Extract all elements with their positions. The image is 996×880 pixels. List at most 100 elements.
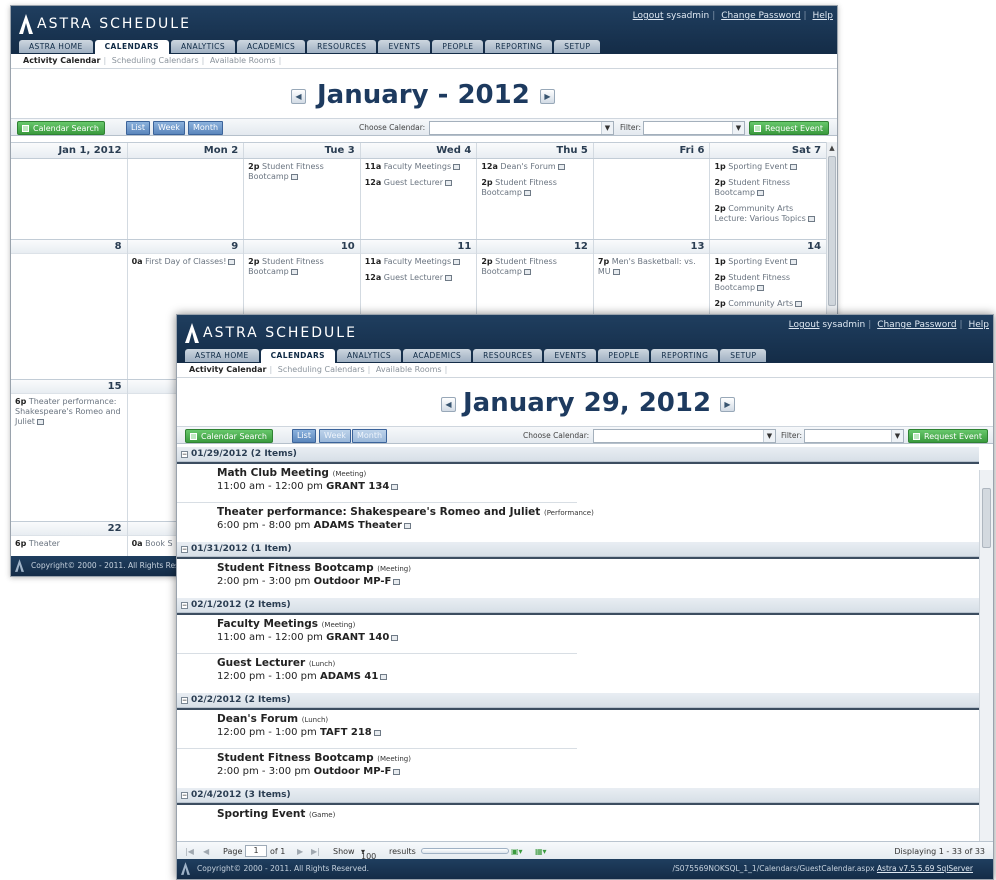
zoom-slider[interactable]: [421, 848, 509, 854]
calendar-icon[interactable]: [391, 635, 399, 641]
day-cell[interactable]: 2p Student Fitness Bootcamp: [244, 159, 361, 239]
tab-reporting[interactable]: REPORTING: [651, 349, 719, 362]
next-page-icon[interactable]: ▶: [297, 847, 303, 856]
tab-events[interactable]: EVENTS: [544, 349, 597, 362]
choose-calendar-select[interactable]: ▼: [593, 429, 776, 443]
date-group-header[interactable]: −02/4/2012 (3 Items): [177, 788, 979, 803]
calendar-event[interactable]: 0a First Day of Classes!: [128, 254, 244, 270]
calendar-icon[interactable]: [403, 523, 411, 529]
change-password-link[interactable]: Change Password: [877, 320, 956, 330]
next-month-button[interactable]: ▶: [540, 89, 555, 104]
scroll-up-icon[interactable]: ▲: [827, 144, 837, 152]
list-item[interactable]: Student Fitness Bootcamp (Meeting) 2:00 p…: [177, 559, 577, 598]
calendar-search-button[interactable]: Calendar Search: [17, 121, 105, 135]
collapse-icon[interactable]: −: [181, 602, 188, 609]
day-cell[interactable]: [11, 159, 128, 239]
calendar-icon[interactable]: [393, 579, 401, 585]
calendar-icon[interactable]: [393, 769, 401, 775]
columns-icon[interactable]: ▦▾: [535, 847, 547, 856]
calendar-event[interactable]: 11a Faculty Meetings: [361, 159, 477, 175]
month-view-button[interactable]: Month: [188, 121, 224, 135]
prev-page-icon[interactable]: ◀: [203, 847, 209, 856]
tab-analytics[interactable]: ANALYTICS: [170, 40, 235, 53]
list-item[interactable]: Guest Lecturer (Lunch) 12:00 pm - 1:00 pm…: [177, 654, 577, 693]
date-group-header[interactable]: −02/2/2012 (2 Items): [177, 693, 979, 708]
calendar-event[interactable]: 1p Sporting Event: [710, 254, 826, 270]
date-group-header[interactable]: −02/1/2012 (2 Items): [177, 598, 979, 613]
request-event-button[interactable]: Request Event: [908, 429, 988, 443]
list-item[interactable]: Theater performance: Shakespeare's Romeo…: [177, 503, 594, 542]
tab-calendars[interactable]: CALENDARS: [94, 40, 169, 54]
calendar-event[interactable]: 2p Student Fitness Bootcamp: [710, 175, 826, 201]
day-cell[interactable]: [128, 159, 245, 239]
collapse-icon[interactable]: −: [181, 697, 188, 704]
tab-people[interactable]: PEOPLE: [598, 349, 650, 362]
filter-select[interactable]: ▼: [643, 121, 745, 135]
calendar-event[interactable]: 6p Theater: [11, 536, 127, 552]
prev-month-button[interactable]: ◀: [291, 89, 306, 104]
calendar-event[interactable]: 6p Theater performance: Shakespeare's Ro…: [11, 394, 127, 430]
calendar-event[interactable]: 12a Guest Lecturer: [361, 175, 477, 191]
month-view-button[interactable]: Month: [352, 429, 388, 443]
export-icon[interactable]: ▣▾: [511, 847, 523, 856]
tab-astra-home[interactable]: ASTRA HOME: [185, 349, 259, 362]
calendar-icon[interactable]: [373, 730, 381, 736]
list-scrollbar[interactable]: [979, 470, 993, 842]
calendar-event[interactable]: 2p Community Arts: [710, 296, 826, 312]
first-page-icon[interactable]: |◀: [185, 847, 194, 856]
calendar-event[interactable]: 7p Men's Basketball: vs. MU: [594, 254, 710, 280]
request-event-button[interactable]: Request Event: [749, 121, 829, 135]
scroll-thumb[interactable]: [982, 488, 991, 548]
calendar-icon[interactable]: [391, 484, 399, 490]
next-day-button[interactable]: ▶: [720, 397, 735, 412]
list-item[interactable]: Sporting Event (Game): [177, 805, 577, 841]
astra-logo[interactable]: ASTRA SCHEDULE: [19, 14, 191, 34]
day-cell[interactable]: 11a Faculty Meetings 12a Guest Lecturer: [361, 159, 478, 239]
list-item[interactable]: Math Club Meeting (Meeting) 11:00 am - 12…: [177, 464, 577, 503]
choose-calendar-select[interactable]: ▼: [429, 121, 614, 135]
help-link[interactable]: Help: [812, 11, 833, 21]
list-item[interactable]: Faculty Meetings (Meeting) 11:00 am - 12:…: [177, 615, 577, 654]
tab-calendars[interactable]: CALENDARS: [260, 349, 335, 363]
date-group-header[interactable]: −01/31/2012 (1 Item): [177, 542, 979, 557]
calendar-event[interactable]: 2p Student Fitness Bootcamp: [477, 254, 593, 280]
list-item[interactable]: Dean's Forum (Lunch) 12:00 pm - 1:00 pm T…: [177, 710, 577, 749]
collapse-icon[interactable]: −: [181, 546, 188, 553]
calendar-search-button[interactable]: Calendar Search: [185, 429, 273, 443]
day-cell[interactable]: [594, 159, 711, 239]
calendar-event[interactable]: 2p Student Fitness Bootcamp: [710, 270, 826, 296]
tab-academics[interactable]: ACADEMICS: [236, 40, 306, 53]
list-view-button[interactable]: List: [126, 121, 150, 135]
day-cell[interactable]: 15 6p Theater performance: Shakespeare's…: [11, 380, 128, 521]
prev-day-button[interactable]: ◀: [441, 397, 456, 412]
calendar-icon[interactable]: [380, 674, 388, 680]
tab-setup[interactable]: SETUP: [554, 40, 601, 53]
tab-astra-home[interactable]: ASTRA HOME: [19, 40, 93, 53]
subnav-scheduling-calendars[interactable]: Scheduling Calendars: [112, 56, 199, 65]
subnav-scheduling-calendars[interactable]: Scheduling Calendars: [278, 365, 365, 374]
change-password-link[interactable]: Change Password: [721, 11, 800, 21]
help-link[interactable]: Help: [968, 320, 989, 330]
calendar-event[interactable]: 2p Student Fitness Bootcamp: [244, 159, 360, 185]
collapse-icon[interactable]: −: [181, 792, 188, 799]
list-item[interactable]: Student Fitness Bootcamp (Meeting) 2:00 p…: [177, 749, 577, 788]
scroll-thumb[interactable]: [828, 156, 836, 306]
day-cell[interactable]: 12a Dean's Forum 2p Student Fitness Bootc…: [477, 159, 594, 239]
subnav-available-rooms[interactable]: Available Rooms: [210, 56, 276, 65]
subnav-activity-calendar[interactable]: Activity Calendar: [23, 56, 100, 65]
subnav-activity-calendar[interactable]: Activity Calendar: [189, 365, 266, 374]
day-cell[interactable]: 1p Sporting Event 2p Student Fitness Boot…: [710, 159, 828, 239]
calendar-event[interactable]: 1p Sporting Event: [710, 159, 826, 175]
tab-setup[interactable]: SETUP: [720, 349, 767, 362]
tab-academics[interactable]: ACADEMICS: [402, 349, 472, 362]
tab-resources[interactable]: RESOURCES: [307, 40, 377, 53]
week-view-button[interactable]: Week: [153, 121, 185, 135]
page-size-select[interactable]: 100 ▾: [361, 847, 376, 861]
filter-select[interactable]: ▼: [804, 429, 904, 443]
version-link[interactable]: Astra v7.5.5.69 SqlServer: [877, 864, 973, 873]
last-page-icon[interactable]: ▶|: [311, 847, 320, 856]
date-group-header[interactable]: −01/29/2012 (2 Items): [177, 447, 979, 462]
tab-reporting[interactable]: REPORTING: [485, 40, 553, 53]
page-input[interactable]: 1: [245, 845, 267, 857]
day-cell[interactable]: 8: [11, 240, 128, 379]
